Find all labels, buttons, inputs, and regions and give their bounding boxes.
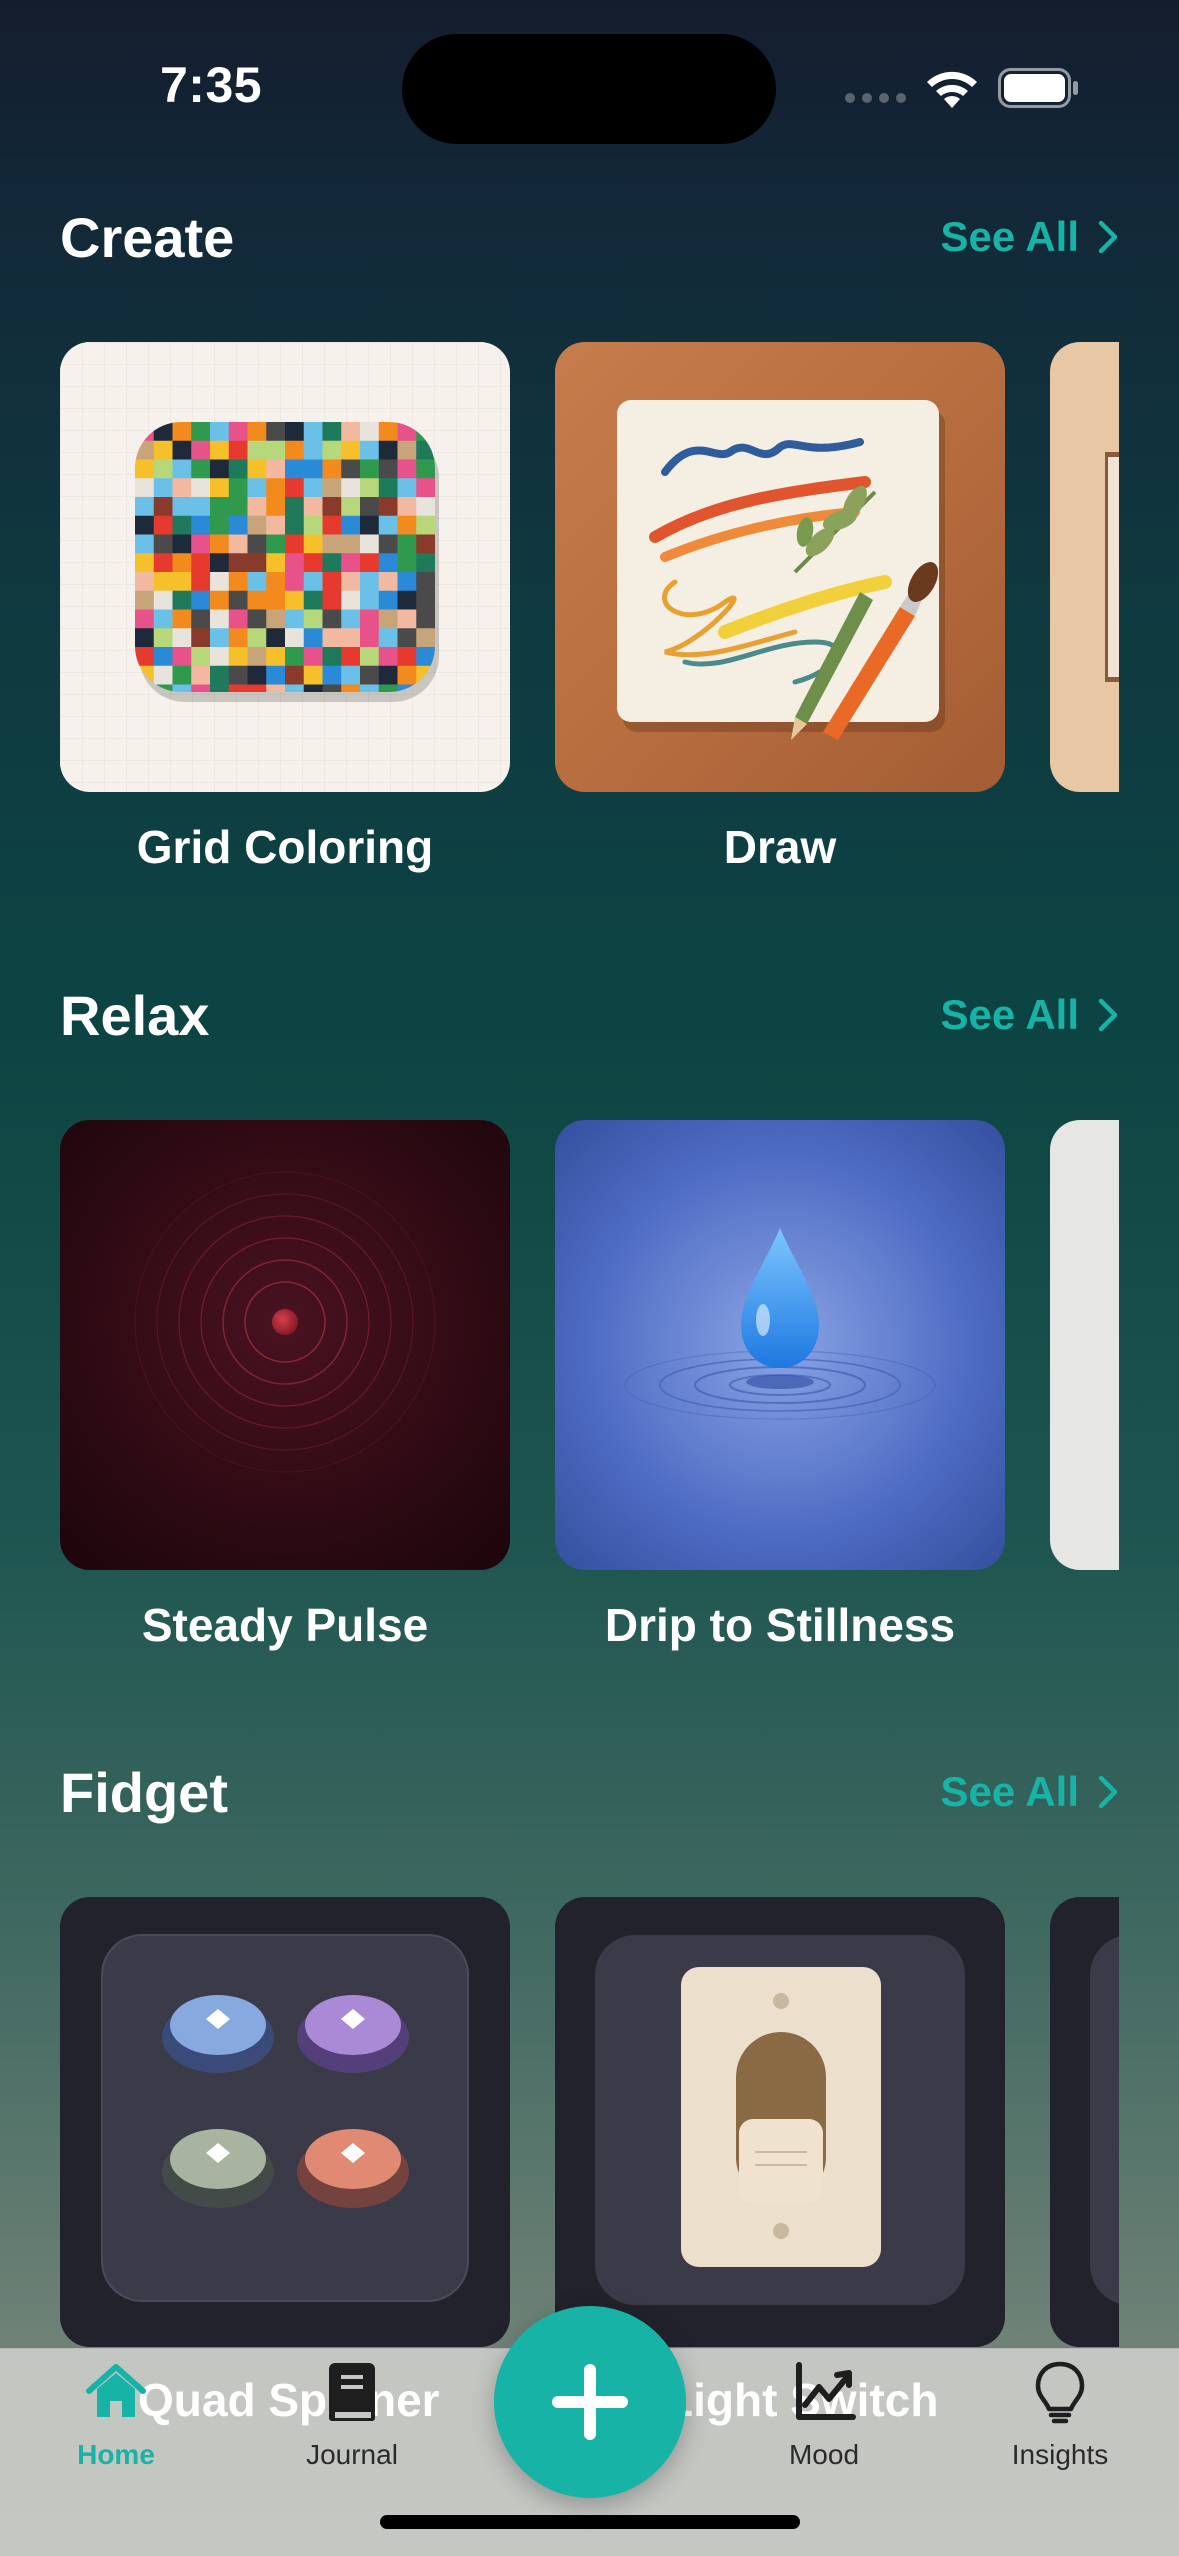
cellular-signal-icon bbox=[845, 93, 906, 103]
card-label: Draw bbox=[723, 821, 837, 873]
section-title: Relax bbox=[60, 984, 210, 1047]
plus-icon bbox=[552, 2364, 628, 2440]
card-label: B bbox=[1050, 1598, 1119, 1652]
see-all-label: See All bbox=[940, 991, 1079, 1038]
card-carousel[interactable]: Steady Pulse Drip to Stillness bbox=[60, 1120, 1119, 1660]
card-label: Steady Pulse bbox=[141, 1599, 429, 1651]
see-all-label: See All bbox=[940, 213, 1079, 260]
lightbulb-icon bbox=[1035, 2361, 1085, 2424]
card-partial[interactable] bbox=[1050, 1897, 1119, 2347]
card-steady-pulse[interactable]: Steady Pulse bbox=[60, 1120, 510, 1652]
card-label: C bbox=[1050, 820, 1119, 874]
card-draw[interactable]: Draw bbox=[555, 342, 1005, 874]
card-thumbnail bbox=[1050, 1897, 1119, 2347]
see-all-label: See All bbox=[940, 1768, 1079, 1815]
card-partial[interactable]: C bbox=[1050, 342, 1119, 874]
card-partial[interactable]: B bbox=[1050, 1120, 1119, 1652]
see-all-button[interactable]: See All bbox=[940, 213, 1119, 261]
wifi-icon bbox=[927, 71, 977, 108]
tab-label: Journal bbox=[306, 2439, 398, 2470]
see-all-button[interactable]: See All bbox=[940, 991, 1119, 1039]
card-grid-coloring[interactable]: Grid Coloring bbox=[60, 342, 510, 874]
steady-pulse-thumbnail bbox=[60, 1120, 510, 1570]
tab-label: Home bbox=[77, 2439, 155, 2470]
chevron-right-icon bbox=[1098, 1775, 1118, 1809]
home-indicator bbox=[380, 2515, 800, 2529]
card-thumbnail bbox=[1050, 342, 1119, 792]
card-light-switch[interactable] bbox=[555, 1897, 1005, 2347]
chart-line-icon bbox=[796, 2362, 856, 2420]
section-header: Create See All bbox=[60, 205, 1119, 285]
card-thumbnail bbox=[1050, 1120, 1119, 1570]
section-header: Relax See All bbox=[60, 983, 1119, 1063]
add-button[interactable] bbox=[494, 2306, 686, 2498]
tab-label: Mood bbox=[788, 2439, 860, 2470]
section-title: Fidget bbox=[60, 1761, 228, 1824]
light-switch-thumbnail bbox=[555, 1897, 1005, 2347]
house-icon bbox=[86, 2364, 146, 2417]
tab-journal[interactable]: Journal bbox=[252, 2349, 452, 2479]
card-label: Grid Coloring bbox=[136, 821, 434, 873]
chevron-right-icon bbox=[1098, 998, 1118, 1032]
section-title: Create bbox=[60, 206, 235, 269]
status-time: 7:35 bbox=[160, 57, 263, 113]
quad-spinner-thumbnail bbox=[60, 1897, 510, 2347]
card-label: Drip to Stillness bbox=[604, 1599, 956, 1651]
journal-icon bbox=[329, 2363, 375, 2421]
section-header: Fidget See All bbox=[60, 1760, 1119, 1840]
card-quad-spinner[interactable] bbox=[60, 1897, 510, 2347]
card-drip-to-stillness[interactable]: Drip to Stillness bbox=[555, 1120, 1005, 1652]
tab-label: Insights bbox=[1011, 2439, 1109, 2470]
draw-thumbnail bbox=[555, 342, 1005, 792]
status-bar: 7:35 bbox=[0, 0, 1179, 180]
battery-icon bbox=[998, 68, 1078, 108]
see-all-button[interactable]: See All bbox=[940, 1768, 1119, 1816]
chevron-right-icon bbox=[1098, 220, 1118, 254]
tab-mood[interactable]: Mood bbox=[724, 2349, 924, 2479]
tab-insights[interactable]: Insights bbox=[960, 2349, 1160, 2479]
drip-thumbnail bbox=[555, 1120, 1005, 1570]
grid-coloring-thumbnail bbox=[60, 342, 510, 792]
card-carousel[interactable]: Grid Coloring Draw bbox=[60, 342, 1119, 882]
dynamic-island bbox=[402, 34, 776, 144]
tab-home[interactable]: Home bbox=[16, 2349, 216, 2479]
